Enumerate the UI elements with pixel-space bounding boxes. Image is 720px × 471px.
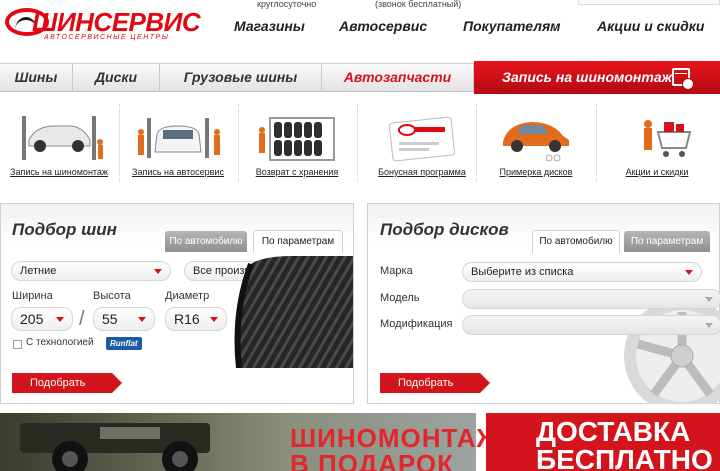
- selected-value: 205: [20, 311, 44, 327]
- tire-image: [234, 256, 353, 368]
- topnav-stores[interactable]: Магазины: [234, 18, 305, 34]
- model-label: Модель: [380, 292, 420, 304]
- logo-subtitle: АВТОСЕРВИСНЫЕ ЦЕНТРЫ: [44, 34, 170, 41]
- technology-label: С технологией: [26, 337, 94, 348]
- cta-label: Запись на шиномонтаж: [502, 69, 672, 85]
- disc-search-button[interactable]: Подобрать: [380, 373, 490, 393]
- book-tire-service-button[interactable]: Запись на шиномонтаж: [474, 61, 720, 94]
- chevron-down-icon: [138, 317, 146, 322]
- panel-title: Подбор шин: [12, 220, 117, 239]
- logo[interactable]: ШИНСЕРВИС АВТОСЕРВИСНЫЕ ЦЕНТРЫ: [0, 0, 201, 46]
- shopping-cart-icon: [644, 120, 692, 157]
- nav-truck-tires[interactable]: Грузовые шины: [160, 63, 322, 92]
- chevron-down-icon: [154, 269, 162, 274]
- service-tile-storage-return[interactable]: Возврат с хранения: [238, 104, 356, 184]
- width-select[interactable]: 205: [11, 307, 73, 331]
- service-tile-bonus[interactable]: Бонусная программа: [363, 104, 481, 184]
- technology-checkbox[interactable]: [13, 340, 22, 349]
- width-label: Ширина: [12, 290, 53, 302]
- delivery-banner[interactable]: ДОСТАВКА БЕСПЛАТНО: [486, 413, 720, 471]
- service-label: Примерка дисков: [499, 167, 573, 177]
- selected-value: 55: [102, 311, 118, 327]
- tab-by-car[interactable]: По автомобилю: [165, 231, 247, 252]
- promo-banner[interactable]: ШИНОМОНТАЖ В ПОДАРОК: [0, 413, 500, 471]
- chevron-down-icon: [705, 323, 713, 328]
- service-label: Бонусная программа: [378, 167, 466, 177]
- modification-select[interactable]: [462, 315, 720, 335]
- panel-title: Подбор дисков: [380, 220, 509, 239]
- divider: [596, 104, 597, 182]
- logo-text: ШИНСЕРВИС: [32, 7, 201, 37]
- height-select[interactable]: 55: [93, 307, 155, 331]
- chevron-down-icon: [210, 317, 218, 322]
- search-box[interactable]: [578, 0, 720, 5]
- nav-tires[interactable]: Шины: [0, 63, 73, 92]
- runflat-badge: Runflat: [106, 337, 142, 350]
- service-label: Возврат с хранения: [255, 167, 339, 177]
- height-label: Высота: [93, 290, 131, 302]
- chevron-down-icon: [56, 317, 64, 322]
- divider: [357, 104, 358, 182]
- model-select[interactable]: [462, 289, 720, 309]
- diameter-select[interactable]: R16: [165, 307, 227, 331]
- topnav-autoservice[interactable]: Автосервис: [339, 18, 427, 34]
- chevron-down-icon: [685, 270, 693, 275]
- diameter-label: Диаметр: [165, 290, 210, 302]
- service-tile-tire-booking[interactable]: Запись на шиномонтаж: [0, 104, 118, 184]
- nav-autoparts[interactable]: Автозапчасти: [322, 63, 474, 92]
- make-select[interactable]: Выберите из списка: [462, 262, 702, 282]
- modification-label: Модификация: [380, 318, 453, 330]
- service-label: Запись на автосервис: [132, 167, 224, 177]
- service-tile-promotions[interactable]: Акции и скидки: [598, 104, 716, 184]
- page: ШИНСЕРВИС АВТОСЕРВИСНЫЕ ЦЕНТРЫ круглосут…: [0, 0, 720, 471]
- car-lift-icon: [22, 116, 103, 160]
- free-call-note: (звонок бесплатный): [375, 0, 462, 9]
- make-label: Марка: [380, 265, 413, 277]
- tab-by-params[interactable]: По параметрам: [253, 230, 343, 253]
- tire-storage-icon: [259, 117, 335, 161]
- delivery-line-2: БЕСПЛАТНО: [536, 444, 713, 471]
- selected-value: Летние: [20, 265, 57, 277]
- separator-slash: /: [79, 308, 85, 330]
- service-tile-autoservice[interactable]: Запись на автосервис: [119, 104, 237, 184]
- topnav-customers[interactable]: Покупателям: [463, 18, 561, 34]
- service-tile-disc-fitting[interactable]: Примерка дисков: [477, 104, 595, 184]
- selected-value: R16: [174, 311, 200, 327]
- service-label: Запись на шиномонтаж: [10, 167, 108, 177]
- bonus-card-icon: [388, 116, 456, 162]
- service-label: Акции и скидки: [625, 167, 689, 177]
- topnav-promotions[interactable]: Акции и скидки: [597, 18, 704, 34]
- promo-line-1: ШИНОМОНТАЖ: [290, 423, 501, 453]
- car-service-icon: [138, 118, 220, 158]
- tire-search-button[interactable]: Подобрать: [12, 373, 122, 393]
- hours-note: круглосуточно: [257, 0, 317, 9]
- tab-by-car[interactable]: По автомобилю: [532, 230, 620, 253]
- season-select[interactable]: Летние: [11, 261, 171, 281]
- nav-discs[interactable]: Диски: [73, 63, 160, 92]
- promo-line-2: В ПОДАРОК: [290, 449, 454, 471]
- tab-by-params[interactable]: По параметрам: [624, 231, 710, 252]
- calendar-icon: [672, 68, 694, 90]
- chevron-down-icon: [705, 297, 713, 302]
- delivery-line-1: ДОСТАВКА: [536, 416, 691, 447]
- tire-selector-panel: Подбор шин По автомобилю По параметрам Л…: [0, 203, 354, 404]
- car-wheels-icon: [503, 122, 569, 162]
- disc-selector-panel: Подбор дисков По автомобилю По параметра…: [367, 203, 720, 404]
- offroad-car-image: [20, 423, 210, 471]
- selected-value: Выберите из списка: [471, 266, 574, 278]
- disc-image: [624, 298, 720, 404]
